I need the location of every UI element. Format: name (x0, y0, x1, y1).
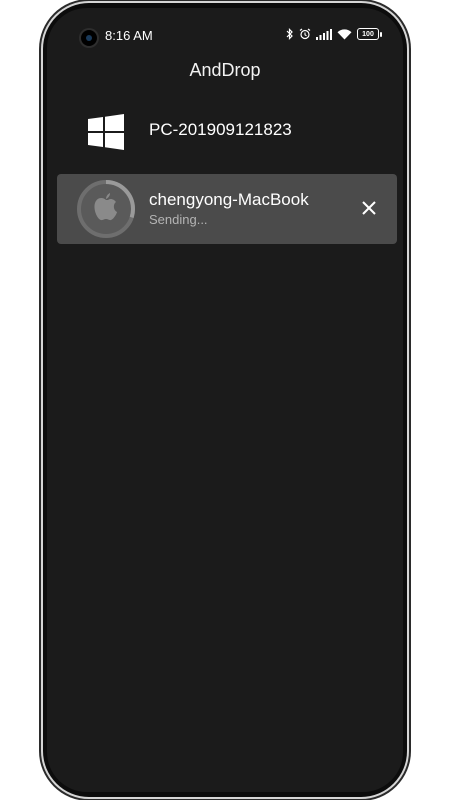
front-camera (81, 30, 97, 46)
device-name: chengyong-MacBook (149, 190, 309, 209)
device-name: PC-201909121823 (149, 120, 292, 139)
windows-icon (88, 114, 124, 150)
status-bar: 8:16 AM 100 (47, 8, 403, 60)
screen: 8:16 AM 100 AndDrop PC-201909121823 chen… (47, 8, 403, 792)
page-title: AndDrop (189, 60, 261, 80)
alarm-icon (299, 28, 311, 40)
device-status: Sending... (149, 212, 208, 227)
apple-icon (77, 180, 135, 238)
battery-icon: 100 (357, 28, 382, 40)
close-icon[interactable] (357, 196, 381, 220)
device-item-macbook[interactable]: chengyong-MacBook Sending... (57, 174, 397, 244)
bluetooth-icon (286, 28, 293, 40)
device-item-pc[interactable]: PC-201909121823 (57, 96, 397, 166)
status-time: 8:16 AM (105, 28, 153, 43)
status-icons: 100 (286, 28, 382, 40)
signal-icon (316, 28, 332, 40)
wifi-icon (337, 28, 352, 39)
battery-level: 100 (362, 30, 374, 38)
phone-frame: 8:16 AM 100 AndDrop PC-201909121823 chen… (43, 3, 407, 797)
